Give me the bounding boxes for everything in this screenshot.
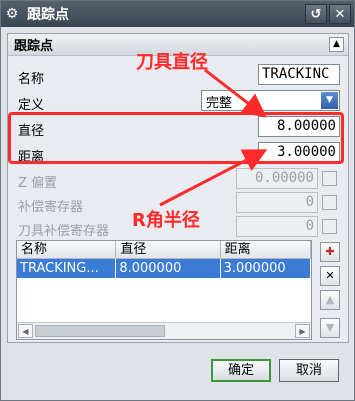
arrow-down-icon: ▼ bbox=[325, 321, 335, 334]
define-select[interactable]: 完整 ▼ bbox=[201, 90, 340, 111]
reset-icon: ↺ bbox=[310, 6, 322, 22]
z-offset-label: Z 偏置 bbox=[18, 176, 58, 191]
z-offset-checkbox[interactable] bbox=[322, 171, 337, 186]
ok-button[interactable]: 确定 bbox=[211, 359, 271, 382]
cell-name: TRACKING... bbox=[17, 259, 117, 278]
tracking-point-group: 跟踪点 ▲ 名称 TRACKINC 定义 完整 ▼ 直径 8.00000 距离 … bbox=[7, 33, 349, 343]
column-header-distance[interactable]: 距离 bbox=[221, 241, 311, 258]
delete-button[interactable]: ✕ bbox=[320, 266, 340, 286]
annotation-r-corner-radius-label: R角半径 bbox=[132, 210, 200, 231]
delete-icon: ✕ bbox=[325, 269, 335, 282]
scrollbar-thumb[interactable] bbox=[35, 325, 165, 337]
cell-distance: 3.000000 bbox=[221, 259, 311, 278]
close-icon: ✕ bbox=[334, 6, 346, 22]
scroll-right-icon[interactable]: ▶ bbox=[295, 324, 310, 338]
column-header-diameter[interactable]: 直径 bbox=[116, 241, 221, 258]
define-label: 定义 bbox=[18, 98, 45, 113]
z-offset-input[interactable]: 0.00000 bbox=[236, 168, 318, 189]
tool-comp-register-checkbox[interactable] bbox=[322, 219, 337, 234]
comp-register-input[interactable]: 0 bbox=[236, 192, 318, 213]
reset-button[interactable]: ↺ bbox=[305, 4, 327, 24]
annotation-tool-diameter-label: 刀具直径 bbox=[136, 52, 208, 73]
collapse-icon[interactable]: ▲ bbox=[329, 37, 344, 52]
add-icon: ✚ bbox=[325, 245, 335, 258]
group-title: 跟踪点 bbox=[14, 39, 54, 54]
cancel-button[interactable]: 取消 bbox=[279, 359, 339, 382]
arrow-up-icon: ▲ bbox=[325, 293, 335, 306]
scroll-left-icon[interactable]: ◀ bbox=[18, 324, 33, 338]
window-title: 跟踪点 bbox=[27, 7, 69, 23]
table-header: 名称 直径 距离 bbox=[17, 241, 311, 259]
close-button[interactable]: ✕ bbox=[329, 4, 351, 24]
name-label: 名称 bbox=[18, 72, 45, 87]
comp-register-label: 补偿寄存器 bbox=[18, 200, 84, 215]
comp-register-checkbox[interactable] bbox=[322, 195, 337, 210]
chevron-down-icon[interactable]: ▼ bbox=[321, 92, 338, 109]
tool-comp-register-label: 刀具补偿寄存器 bbox=[18, 224, 110, 239]
horizontal-scrollbar[interactable]: ◀ ▶ bbox=[17, 322, 311, 339]
cell-diameter: 8.000000 bbox=[116, 259, 221, 278]
annotation-highlight-box bbox=[8, 112, 344, 164]
define-selected-value: 完整 bbox=[206, 96, 233, 111]
tracking-point-list[interactable]: 名称 直径 距离 TRACKING... 8.000000 3.000000 ◀… bbox=[16, 240, 312, 340]
title-bar: ⚙ 跟踪点 ↺ ✕ bbox=[1, 1, 354, 27]
name-input[interactable]: TRACKINC bbox=[258, 64, 340, 85]
tool-comp-register-input[interactable]: 0 bbox=[236, 216, 318, 237]
gear-icon[interactable]: ⚙ bbox=[1, 6, 23, 22]
add-tracking-point-button[interactable]: ✚ bbox=[320, 242, 340, 262]
table-row[interactable]: TRACKING... 8.000000 3.000000 bbox=[17, 259, 311, 278]
move-up-button[interactable]: ▲ bbox=[320, 290, 340, 310]
move-down-button[interactable]: ▼ bbox=[320, 318, 340, 338]
column-header-name[interactable]: 名称 bbox=[17, 241, 117, 258]
